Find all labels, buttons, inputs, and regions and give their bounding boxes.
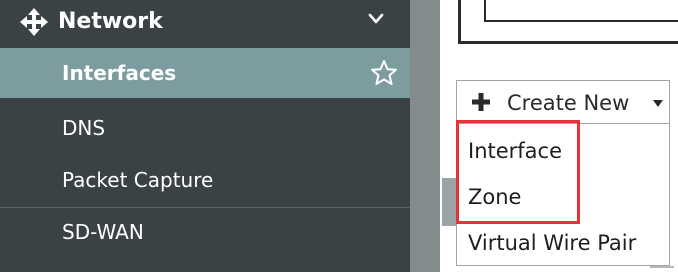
create-new-label: Create New	[507, 91, 630, 115]
menu-item-label: Zone	[468, 185, 522, 209]
star-outline-icon[interactable]	[370, 59, 398, 87]
create-new-dropdown-menu: Interface Zone Virtual Wire Pair	[456, 124, 670, 266]
menu-item-interface[interactable]: Interface	[457, 128, 671, 174]
menu-item-label: Interface	[468, 139, 563, 163]
diagram-connector-line-inner	[484, 0, 678, 22]
sidebar-section-title: Network	[58, 9, 163, 34]
chevron-down-icon[interactable]	[367, 12, 385, 26]
plus-icon	[472, 93, 490, 111]
sidebar-item-label: Packet Capture	[62, 168, 214, 192]
menu-item-zone[interactable]: Zone	[457, 174, 671, 220]
sidebar-item-label: DNS	[62, 116, 106, 140]
sidebar-item-interfaces[interactable]: Interfaces	[0, 48, 410, 98]
table-row-edge	[442, 178, 456, 226]
menu-item-virtual-wire-pair[interactable]: Virtual Wire Pair	[457, 220, 671, 266]
app-window: Network Interfaces DNS Packet Capture SD…	[0, 0, 678, 272]
sidebar-section-network[interactable]: Network	[0, 0, 410, 46]
sidebar-resize-gutter	[410, 0, 440, 272]
scroll-edge-mark	[650, 266, 674, 268]
sidebar-item-label: SD-WAN	[62, 220, 144, 244]
create-new-button[interactable]: Create New	[456, 80, 670, 124]
sidebar-item-label: Interfaces	[62, 61, 177, 85]
sidebar-item-sd-wan[interactable]: SD-WAN	[0, 207, 410, 257]
sidebar: Network Interfaces DNS Packet Capture SD…	[0, 0, 410, 272]
move-arrows-icon	[20, 8, 48, 36]
menu-item-label: Virtual Wire Pair	[468, 231, 637, 255]
sidebar-item-dns[interactable]: DNS	[0, 103, 410, 153]
caret-down-icon	[653, 100, 663, 107]
sidebar-item-packet-capture[interactable]: Packet Capture	[0, 155, 410, 205]
